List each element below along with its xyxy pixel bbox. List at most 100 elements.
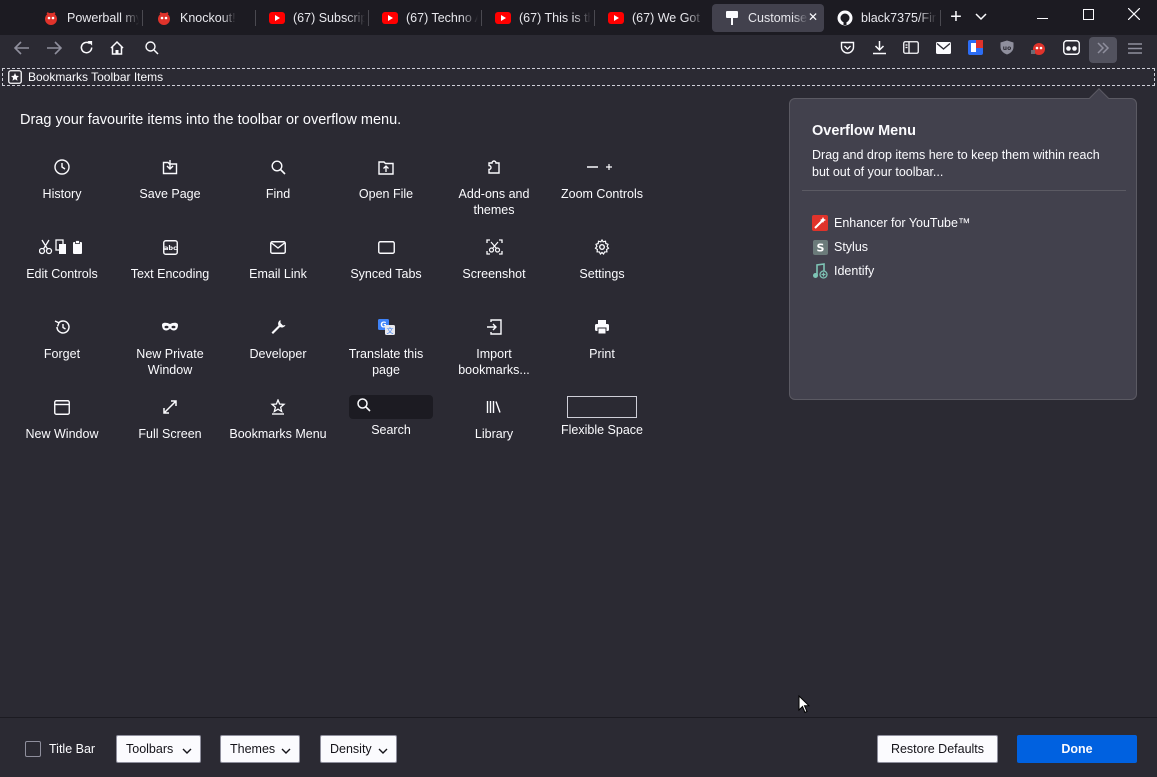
sidebar-button[interactable] [897,37,925,63]
tab-8[interactable]: black7375/Fire [825,4,937,32]
palette-item-save-page[interactable]: Save Page [118,152,222,202]
overflow-menu-button[interactable] [1089,37,1117,63]
overflow-item-identify[interactable]: Identify [812,261,874,281]
tab-5[interactable]: (67) This is the [483,4,591,32]
reload-button[interactable] [72,37,100,63]
palette-item-edit-controls[interactable]: Edit Controls [10,232,114,282]
overflow-item-label: Identify [834,264,875,278]
back-button[interactable] [8,37,36,63]
app-menu-button[interactable] [1121,37,1149,63]
palette-item-text-encoding[interactable]: abc Text Encoding [118,232,222,282]
palette-item-print[interactable]: Print [550,312,654,362]
palette-item-label: History [42,187,82,201]
close-window-button[interactable] [1111,0,1157,32]
email-extension-button[interactable] [929,37,957,63]
downloads-button[interactable] [865,37,893,63]
maximize-button[interactable] [1065,0,1111,32]
download-icon [872,40,887,60]
home-button[interactable] [103,37,131,63]
mail-icon [935,41,951,59]
identify-icon [812,263,828,279]
palette-item-developer[interactable]: Developer [226,312,330,362]
tab-1[interactable]: Powerball mys [31,4,139,32]
toolbars-dropdown-label: Toolbars [126,742,174,756]
restore-defaults-button[interactable]: Restore Defaults [877,735,998,763]
tab-title: Customise F [748,11,808,25]
glasses-icon [1062,40,1080,60]
palette-item-full-screen[interactable]: Full Screen [118,392,222,442]
extension-glasses-button[interactable] [1057,37,1085,63]
palette-item-translate[interactable]: G文 Translate this page [334,312,438,378]
palette-item-search[interactable]: Search [339,392,443,438]
palette-item-label: Import bookmarks... [458,347,530,377]
close-icon[interactable]: ✕ [808,10,818,24]
palette-item-open-file[interactable]: Open File [334,152,438,202]
bitwarden-extension-button[interactable] [961,37,989,63]
bookmarks-toolbar-items[interactable]: Bookmarks Toolbar Items [2,68,1155,86]
bookmarks-toolbar-label: Bookmarks Toolbar Items [28,70,164,84]
palette-item-label: Forget [43,347,81,361]
import-icon [442,312,546,342]
palette-item-addons[interactable]: Add-ons and themes [442,152,546,218]
overflow-item-stylus[interactable]: S Stylus [812,237,868,257]
minimize-button[interactable] [1019,0,1065,32]
edit-controls-icon [10,232,114,262]
gear-icon [550,232,654,262]
palette-item-library[interactable]: Library [442,392,546,442]
palette-item-find[interactable]: Find [226,152,330,202]
new-tab-button[interactable]: + [945,4,967,30]
list-all-tabs-button[interactable] [970,4,992,30]
tab-6[interactable]: (67) We Got a [596,4,704,32]
fullscreen-icon [118,392,222,422]
tab-2[interactable]: Knockout! [144,4,252,32]
forward-button[interactable] [40,37,68,63]
find-icon [226,152,330,182]
github-icon [837,10,853,26]
email-icon [226,232,330,262]
minimize-icon [1036,7,1048,25]
tab-3[interactable]: (67) Subscripti [257,4,365,32]
tab-title: (67) This is the [519,11,591,25]
tab-7-active[interactable]: Customise F ✕ [712,4,824,32]
toolbars-dropdown[interactable]: Toolbars [116,735,201,763]
addons-icon [442,152,546,182]
themes-dropdown[interactable]: Themes [220,735,300,763]
plus-icon: + [950,6,962,28]
save-page-icon [118,152,222,182]
palette-item-zoom-controls[interactable]: Zoom Controls [550,152,654,202]
palette-item-settings[interactable]: Settings [550,232,654,282]
youtube-icon [269,10,285,26]
palette-item-label: Zoom Controls [561,187,643,201]
done-button[interactable]: Done [1017,735,1137,763]
flexible-space-icon [567,396,637,418]
translate-icon: G文 [334,312,438,342]
palette-item-new-window[interactable]: New Window [10,392,114,442]
back-arrow-icon [13,40,30,60]
title-bar-checkbox[interactable] [25,741,41,757]
palette-item-email-link[interactable]: Email Link [226,232,330,282]
overflow-item-enhancer-youtube[interactable]: Enhancer for YouTube™ [812,213,970,233]
pocket-button[interactable] [833,37,861,63]
ublock-extension-button[interactable]: uo [993,37,1021,63]
enhancer-youtube-icon [812,215,828,231]
palette-item-history[interactable]: History [10,152,114,202]
palette-item-label: Translate this page [348,347,424,377]
palette-item-label: Search [371,423,411,437]
title-bar-label: Title Bar [49,742,96,756]
palette-item-synced-tabs[interactable]: Synced Tabs [334,232,438,282]
palette-item-bookmarks-menu[interactable]: Bookmarks Menu [226,392,330,442]
palette-item-forget[interactable]: Forget [10,312,114,362]
themes-dropdown-label: Themes [230,742,276,756]
sidebar-icon [903,41,919,59]
palette-item-import-bookmarks[interactable]: Import bookmarks... [442,312,546,378]
stylus-icon: S [812,239,828,255]
density-dropdown[interactable]: Density [320,735,397,763]
palette-item-new-private-window[interactable]: New Private Window [118,312,222,378]
red-extension-button[interactable] [1025,37,1053,63]
tab-4[interactable]: (67) Techno A [370,4,478,32]
palette-item-flexible-space[interactable]: Flexible Space [550,392,654,438]
palette-item-screenshot[interactable]: Screenshot [442,232,546,282]
hamburger-menu-icon [1128,41,1142,59]
urlbar-search[interactable] [138,37,166,63]
palette-item-label: Library [474,427,514,441]
